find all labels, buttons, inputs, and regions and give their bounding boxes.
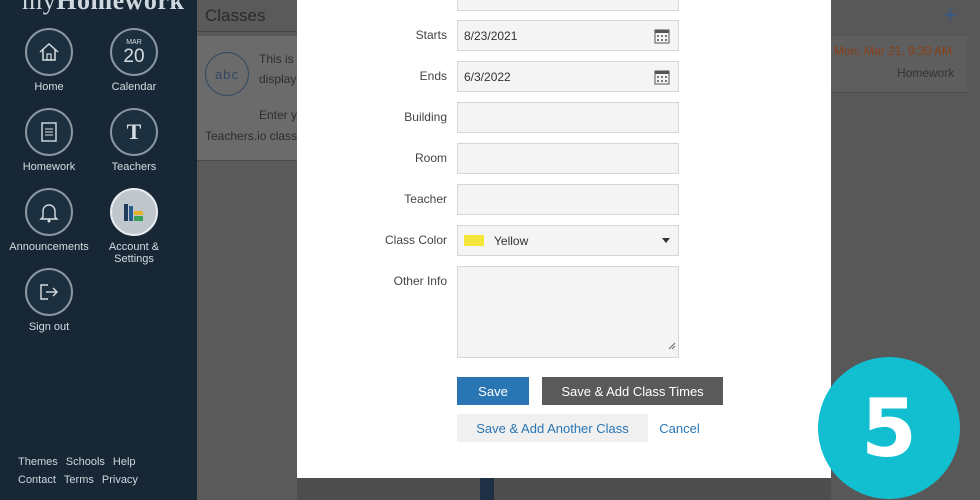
resize-handle-icon[interactable] bbox=[668, 337, 676, 355]
classes-title: Classes bbox=[197, 0, 297, 32]
save-add-class-times-button[interactable]: Save & Add Class Times bbox=[542, 377, 723, 405]
class-color-value: Yellow bbox=[494, 233, 529, 248]
cancel-button[interactable]: Cancel bbox=[652, 414, 707, 442]
room-input[interactable] bbox=[457, 143, 679, 174]
room-label: Room bbox=[414, 151, 447, 165]
class-name-field[interactable] bbox=[457, 0, 679, 11]
other-info-textarea[interactable] bbox=[457, 266, 679, 358]
ends-date-value: 6/3/2022 bbox=[464, 69, 511, 84]
calendar-icon: MAR 20 bbox=[110, 28, 158, 76]
nav-calendar[interactable]: MAR 20 Calendar bbox=[89, 28, 179, 93]
nav-account-settings-label: Account & Settings bbox=[108, 241, 160, 265]
class-card-text-1: This is bbox=[259, 52, 294, 66]
document-icon bbox=[25, 108, 73, 156]
nav-announcements-label: Announcements bbox=[9, 241, 89, 253]
save-add-another-class-button[interactable]: Save & Add Another Class bbox=[457, 414, 648, 442]
calendar-picker-icon[interactable] bbox=[654, 69, 670, 88]
nav-homework[interactable]: Homework bbox=[4, 108, 94, 173]
teacher-input[interactable] bbox=[457, 184, 679, 215]
footer-links: Themes Schools Help Contact Terms Privacy bbox=[18, 453, 146, 489]
nav-sign-out[interactable]: Sign out bbox=[4, 268, 94, 333]
class-card-text-4: Teachers.io class bbox=[205, 129, 298, 143]
add-icon[interactable]: + bbox=[944, 2, 957, 28]
class-card[interactable]: abc This is display Enter y Teachers.io … bbox=[197, 36, 297, 161]
sidebar: myHomework Home MAR 20 Calendar Homework … bbox=[0, 0, 197, 500]
sign-out-icon bbox=[25, 268, 73, 316]
footer-link-themes[interactable]: Themes bbox=[18, 456, 58, 468]
teacher-label: Teacher bbox=[404, 192, 447, 206]
assignment-due: Mon, Mar 21, 9:30 AM bbox=[834, 44, 953, 58]
color-swatch bbox=[464, 235, 484, 246]
nav-calendar-label: Calendar bbox=[111, 81, 157, 93]
footer-link-contact[interactable]: Contact bbox=[18, 474, 56, 486]
starts-label: Starts bbox=[415, 28, 447, 42]
ends-date-input[interactable]: 6/3/2022 bbox=[457, 61, 679, 92]
building-label: Building bbox=[404, 110, 447, 124]
class-card-text-3: Enter y bbox=[259, 108, 298, 122]
class-color-label: Class Color bbox=[384, 233, 447, 247]
starts-date-value: 8/23/2021 bbox=[464, 28, 518, 43]
footer-link-privacy[interactable]: Privacy bbox=[102, 474, 138, 486]
calendar-month: MAR bbox=[126, 38, 142, 46]
bell-icon bbox=[25, 188, 73, 236]
edit-class-dialog: Starts 8/23/2021 Ends 6/3/2022 Building … bbox=[297, 0, 831, 478]
assignment-type: Homework bbox=[897, 66, 955, 80]
building-input[interactable] bbox=[457, 102, 679, 133]
calendar-day: 20 bbox=[123, 45, 145, 67]
background-divider bbox=[480, 478, 494, 500]
class-color-select[interactable]: Yellow bbox=[457, 225, 679, 256]
nav-sign-out-label: Sign out bbox=[28, 321, 70, 333]
home-icon bbox=[25, 28, 73, 76]
class-avatar: abc bbox=[205, 52, 249, 96]
class-card-text-2: display bbox=[259, 72, 297, 86]
ends-label: Ends bbox=[419, 69, 447, 83]
step-number-badge: 5 bbox=[818, 357, 960, 499]
nav-homework-label: Homework bbox=[22, 161, 76, 173]
classes-panel: Classes abc This is display Enter y Teac… bbox=[197, 0, 297, 500]
nav-account-settings[interactable]: Account & Settings bbox=[89, 188, 179, 265]
calendar-picker-icon[interactable] bbox=[654, 28, 670, 47]
nav-home-label: Home bbox=[34, 81, 64, 93]
footer-link-schools[interactable]: Schools bbox=[66, 456, 105, 468]
app-logo[interactable]: myHomework bbox=[22, 0, 184, 16]
footer-link-help[interactable]: Help bbox=[113, 456, 136, 468]
teachers-icon: T bbox=[110, 108, 158, 156]
save-button[interactable]: Save bbox=[457, 377, 529, 405]
starts-date-input[interactable]: 8/23/2021 bbox=[457, 20, 679, 51]
nav-home[interactable]: Home bbox=[4, 28, 94, 93]
dropdown-caret-icon bbox=[662, 238, 670, 243]
nav-announcements[interactable]: Announcements bbox=[4, 188, 94, 253]
nav-teachers[interactable]: T Teachers bbox=[89, 108, 179, 173]
other-info-label: Other Info bbox=[393, 274, 447, 288]
nav-teachers-label: Teachers bbox=[111, 161, 157, 173]
books-icon bbox=[110, 188, 158, 236]
footer-link-terms[interactable]: Terms bbox=[64, 474, 94, 486]
